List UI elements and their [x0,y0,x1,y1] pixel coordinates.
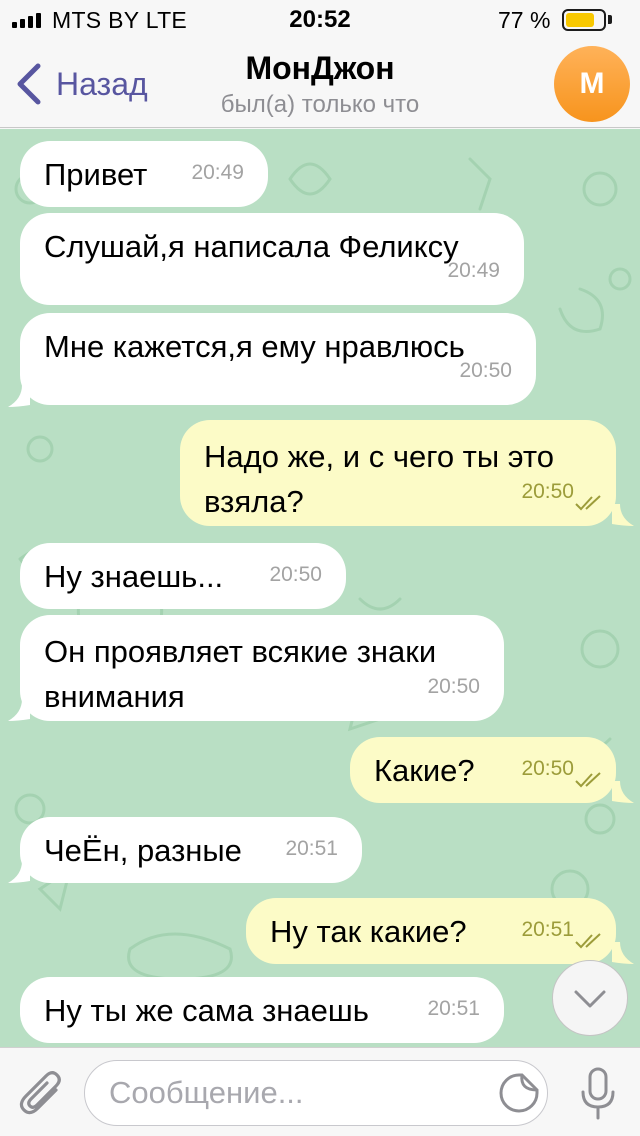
message-time: 20:49 [447,259,500,282]
back-label: Назад [56,65,148,102]
double-check-icon [575,495,601,511]
back-button[interactable]: Назад [10,60,148,108]
chevron-left-icon [17,63,41,105]
bubble-tail [8,699,30,721]
scroll-to-bottom-button[interactable] [552,960,628,1036]
message-bubble[interactable]: Он проявляет всякие знаки внимания 20:50 [20,615,504,721]
chat-header: Назад МонДжон был(а) только что М [0,40,640,128]
message-text: Какие? [374,753,475,788]
message-text: Мне кажется,я ему нравлюсь [44,329,465,364]
message-text-line: внимания [44,679,185,714]
battery-tip [608,15,612,24]
battery-level [566,13,594,27]
bubble-tail [612,504,634,526]
message-input[interactable] [84,1060,548,1126]
message-bubble[interactable]: Мне кажется,я ему нравлюсь 20:50 [20,313,536,405]
last-seen-status: был(а) только что [220,91,420,118]
double-check-icon [575,933,601,949]
sticker-icon[interactable] [498,1072,540,1114]
message-time: 20:49 [191,161,244,184]
avatar[interactable]: М [554,46,630,122]
paperclip-icon[interactable] [18,1068,66,1118]
message-text: ЧеЁн, разные [44,833,242,868]
message-bubble[interactable]: Надо же, и с чего ты это взяла? 20:50 [180,420,616,526]
message-time: 20:50 [269,563,322,586]
double-check-icon [575,772,601,788]
message-text: Привет [44,157,148,192]
bubble-tail [8,861,30,883]
message-time: 20:51 [285,837,338,860]
bubble-tail [8,385,30,407]
message-bubble[interactable]: Ну знаешь... 20:50 [20,543,346,609]
battery-percent: 77 % [498,7,551,33]
message-time: 20:50 [427,675,480,698]
message-text-line: Он проявляет всякие знаки [44,634,437,669]
message-time: 20:50 [459,359,512,382]
message-composer [0,1047,640,1136]
message-time: 20:50 [521,480,574,503]
message-bubble[interactable]: Ну так какие? 20:51 [246,898,616,964]
message-time: 20:51 [427,997,480,1020]
chevron-down-icon [574,990,606,1008]
bubble-tail [612,781,634,803]
chat-area[interactable]: Привет 20:49 Слушай,я написала Феликсу 2… [0,129,640,1047]
message-bubble[interactable]: ЧеЁн, разные 20:51 [20,817,362,883]
microphone-icon[interactable] [578,1066,618,1122]
message-bubble[interactable]: Слушай,я написала Феликсу 20:49 [20,213,524,305]
status-bar: MTS BY LTE 20:52 77 % [0,0,640,40]
message-time: 20:51 [521,918,574,941]
message-bubble[interactable]: Какие? 20:50 [350,737,616,803]
battery-icon [562,9,606,31]
chat-title[interactable]: МонДжон [150,50,490,87]
message-bubble[interactable]: Ну ты же сама знаешь 20:51 [20,977,504,1043]
message-time: 20:50 [521,757,574,780]
message-text: Ну знаешь... [44,559,224,594]
message-text: Слушай,я написала Феликсу [44,229,459,264]
message-text: Ну так какие? [270,914,467,949]
message-bubble[interactable]: Привет 20:49 [20,141,268,207]
message-text: Ну ты же сама знаешь [44,993,369,1028]
